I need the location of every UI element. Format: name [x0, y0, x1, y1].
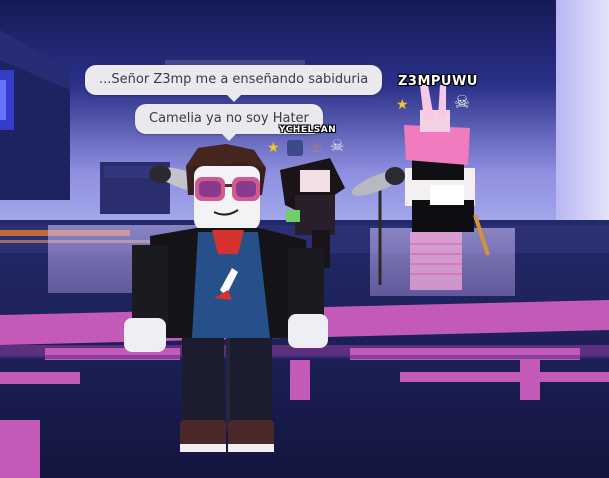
skull-badge-icon: ☠	[330, 136, 345, 155]
chat-bubble: ...Señor Z3mp me a enseñando sabiduria	[85, 65, 383, 102]
player-nametag: YCHELSAN	[279, 125, 337, 135]
player-nametag: Z3MPUWU	[398, 74, 478, 89]
right-pillar	[556, 0, 609, 250]
star-badge-icon: ★	[267, 140, 280, 156]
fire-badge-icon: ♨	[310, 140, 323, 156]
dance-badge-icon	[287, 140, 303, 156]
skull-badge-icon: ☠	[454, 92, 471, 113]
star-badge-icon: ★	[396, 97, 409, 113]
